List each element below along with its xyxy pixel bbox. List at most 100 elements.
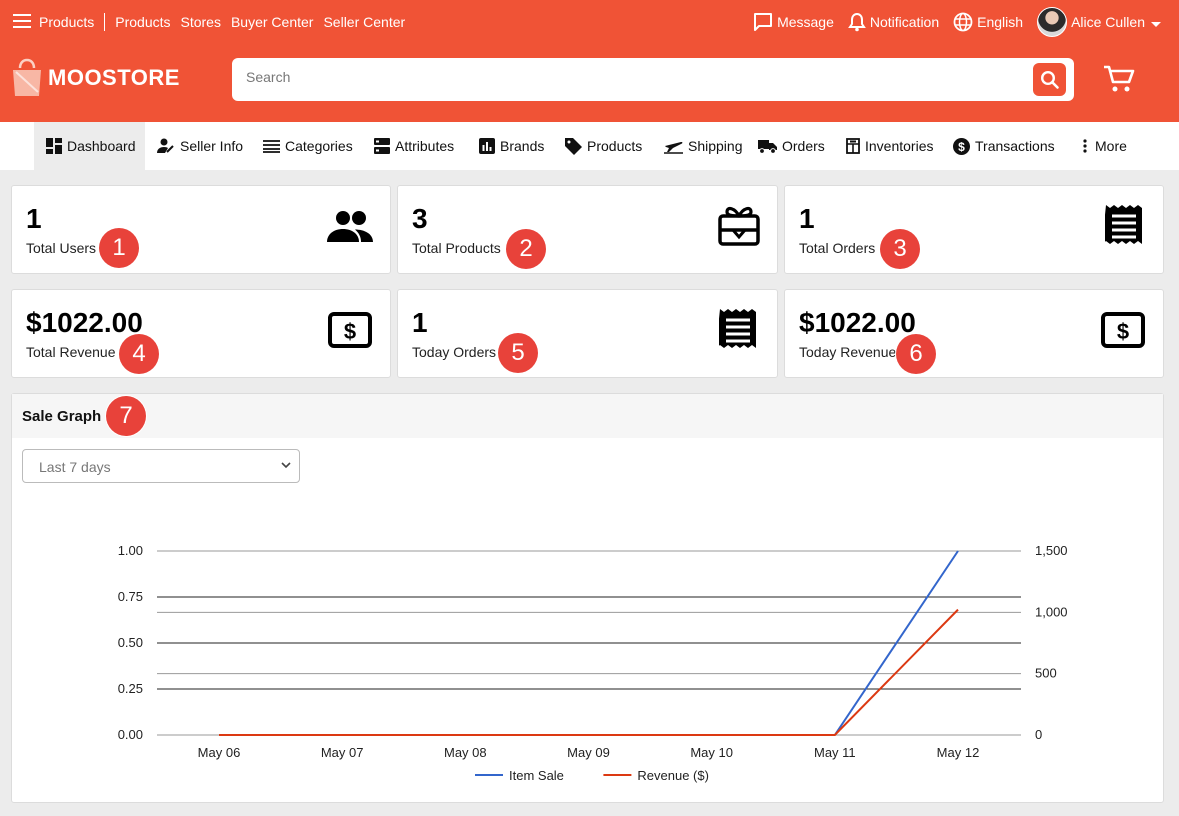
y-right-tick-label: 1,000 bbox=[1035, 604, 1068, 619]
stat-card-total-users[interactable]: 1 Total Users bbox=[11, 185, 391, 274]
nav-label: Shipping bbox=[688, 138, 743, 154]
users-icon bbox=[327, 211, 373, 242]
globe-icon bbox=[953, 12, 973, 32]
svg-text:$: $ bbox=[344, 319, 356, 344]
nav-item-products[interactable]: Products bbox=[565, 122, 642, 170]
nav-item-transactions[interactable]: $ Transactions bbox=[953, 122, 1055, 170]
nav-label: Brands bbox=[500, 138, 545, 154]
message-button[interactable]: Message bbox=[753, 13, 834, 31]
inventory-icon bbox=[846, 138, 860, 154]
message-icon bbox=[754, 13, 773, 31]
legend-label: Revenue ($) bbox=[637, 768, 709, 783]
y-right-tick-label: 0 bbox=[1035, 727, 1042, 742]
divider bbox=[104, 13, 106, 31]
nav-item-seller-info[interactable]: Seller Info bbox=[157, 122, 243, 170]
sale-graph-panel: Sale Graph Last 7 days 0.00 0.25 0.50 0.75 1… bbox=[11, 393, 1164, 803]
search-input[interactable] bbox=[246, 69, 1006, 85]
legend-label: Item Sale bbox=[509, 768, 564, 783]
callout-badge: 1 bbox=[99, 228, 139, 268]
x-tick-label: May 07 bbox=[321, 745, 364, 760]
y-right-tick-label: 1,500 bbox=[1035, 543, 1068, 558]
gift-box-icon bbox=[718, 206, 760, 246]
x-tick-label: May 09 bbox=[567, 745, 610, 760]
list-icon bbox=[263, 140, 280, 153]
y-left-tick-label: 0.50 bbox=[118, 635, 143, 650]
dollar-circle-icon: $ bbox=[953, 137, 970, 155]
x-tick-label: May 06 bbox=[198, 745, 241, 760]
cart-icon[interactable] bbox=[1102, 64, 1136, 94]
logo[interactable]: MOOSTORE bbox=[10, 58, 180, 98]
callout-badge: 2 bbox=[506, 229, 546, 269]
stat-value: 1 bbox=[412, 307, 428, 338]
user-menu[interactable]: Alice Cullen bbox=[1037, 7, 1161, 37]
tag-icon bbox=[565, 137, 582, 155]
nav-label: Transactions bbox=[975, 138, 1055, 154]
top-link-buyer-center[interactable]: Buyer Center bbox=[231, 14, 313, 30]
airplane-icon bbox=[664, 141, 683, 154]
money-icon: $ bbox=[328, 312, 372, 348]
stat-label: Total Products bbox=[412, 240, 501, 256]
shopping-bag-icon bbox=[13, 58, 41, 96]
nav-item-orders[interactable]: Orders bbox=[758, 122, 825, 170]
chart-box-icon bbox=[479, 138, 495, 154]
nav-label: Dashboard bbox=[67, 138, 136, 154]
stat-label: Today Revenue bbox=[799, 344, 897, 360]
money-icon: $ bbox=[1101, 312, 1145, 348]
dashboard-icon bbox=[46, 138, 62, 154]
nav-item-inventories[interactable]: Inventories bbox=[846, 122, 933, 170]
y-left-tick-label: 0.00 bbox=[118, 727, 143, 742]
nav-item-brands[interactable]: Brands bbox=[479, 122, 544, 170]
stat-value: 3 bbox=[412, 203, 428, 234]
stat-value: 1 bbox=[26, 203, 42, 234]
top-link-products[interactable]: Products bbox=[115, 14, 170, 30]
search-icon bbox=[1040, 70, 1059, 89]
nav-label: Products bbox=[587, 138, 643, 154]
stat-label: Total Users bbox=[26, 240, 97, 256]
receipt-icon bbox=[1105, 205, 1142, 244]
notification-button[interactable]: Notification bbox=[848, 12, 939, 32]
message-label: Message bbox=[777, 14, 834, 30]
stat-card-total-products[interactable]: 3 Total Products bbox=[397, 185, 778, 274]
y-left-tick-label: 0.25 bbox=[118, 681, 143, 696]
callout-badge: 3 bbox=[880, 229, 920, 269]
bell-icon bbox=[848, 12, 866, 32]
top-link-products-menu[interactable]: Products bbox=[39, 14, 94, 30]
stat-card-total-orders[interactable]: 1 Total Orders bbox=[784, 185, 1164, 274]
nav-label: Seller Info bbox=[180, 138, 244, 154]
top-link-seller-center[interactable]: Seller Center bbox=[323, 14, 405, 30]
x-tick-label: May 10 bbox=[690, 745, 733, 760]
stat-value: 1 bbox=[799, 203, 815, 234]
nav-item-more[interactable]: More bbox=[1080, 122, 1127, 170]
sale-line-chart: 0.00 0.25 0.50 0.75 1.00 0 500 1,000 1,500 May … bbox=[118, 543, 1068, 783]
language-label: English bbox=[977, 14, 1024, 30]
nav-label: Inventories bbox=[865, 138, 934, 154]
nav-label: Orders bbox=[782, 138, 825, 154]
y-left-tick-label: 0.75 bbox=[118, 589, 143, 604]
svg-text:$: $ bbox=[958, 140, 965, 154]
seller-icon bbox=[157, 138, 174, 153]
menu-icon[interactable] bbox=[13, 14, 31, 28]
top-link-stores[interactable]: Stores bbox=[181, 14, 221, 30]
nav-item-attributes[interactable]: Attributes bbox=[374, 122, 454, 170]
nav-label: Attributes bbox=[395, 138, 455, 154]
stat-card-today-orders[interactable]: 1 Today Orders bbox=[397, 289, 778, 378]
stat-label: Total Orders bbox=[799, 240, 876, 256]
top-links: Products Products Stores Buyer Center Se… bbox=[39, 13, 415, 31]
nav-item-categories[interactable]: Categories bbox=[263, 122, 353, 170]
nav-label: Categories bbox=[285, 138, 353, 154]
nav-item-dashboard[interactable]: Dashboard bbox=[34, 122, 145, 170]
stat-value: $1022.00 bbox=[799, 307, 916, 338]
search-button[interactable] bbox=[1033, 63, 1066, 96]
stat-card-today-revenue[interactable]: $1022.00 Today Revenue $ bbox=[784, 289, 1164, 378]
search-bar bbox=[232, 58, 1074, 101]
stat-card-total-revenue[interactable]: $1022.00 Total Revenue $ bbox=[11, 289, 391, 378]
x-tick-label: May 12 bbox=[937, 745, 980, 760]
nav-item-shipping[interactable]: Shipping bbox=[664, 122, 743, 170]
stat-value: $1022.00 bbox=[26, 307, 143, 338]
language-button[interactable]: English bbox=[953, 12, 1023, 32]
y-right-tick-label: 500 bbox=[1035, 666, 1057, 681]
stat-label: Total Revenue bbox=[26, 344, 116, 360]
callout-badge: 7 bbox=[106, 396, 146, 436]
more-vertical-icon bbox=[1083, 139, 1087, 153]
top-line: Products Products Stores Buyer Center Se… bbox=[0, 0, 1179, 42]
